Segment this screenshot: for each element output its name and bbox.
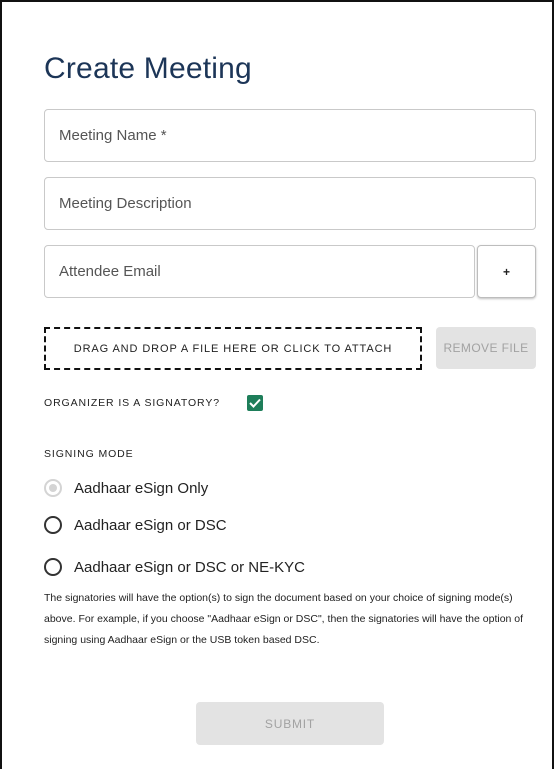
- signing-mode-label-aadhaar-only: Aadhaar eSign Only: [74, 479, 209, 497]
- organizer-signatory-label: ORGANIZER IS A SIGNATORY?: [44, 397, 220, 409]
- meeting-description-field[interactable]: [44, 177, 536, 230]
- page-title: Create Meeting: [44, 52, 252, 85]
- submit-button[interactable]: SUBMIT: [196, 702, 384, 745]
- radio-button[interactable]: [44, 516, 62, 534]
- signing-mode-option-aadhaar-only[interactable]: Aadhaar eSign Only: [44, 477, 208, 499]
- signing-mode-option-aadhaar-dsc[interactable]: Aadhaar eSign or DSC: [44, 514, 227, 536]
- signing-mode-option-aadhaar-dsc-nekyc[interactable]: Aadhaar eSign or DSC or NE-KYC: [44, 556, 305, 578]
- radio-button[interactable]: [44, 558, 62, 576]
- add-attendee-button[interactable]: +: [477, 245, 536, 298]
- meeting-name-input[interactable]: [59, 110, 535, 161]
- attendee-email-field[interactable]: [44, 245, 475, 298]
- signing-mode-label-aadhaar-dsc: Aadhaar eSign or DSC: [74, 516, 227, 534]
- meeting-name-field[interactable]: [44, 109, 536, 162]
- organizer-signatory-checkbox[interactable]: [247, 395, 263, 411]
- signing-mode-label-aadhaar-dsc-nekyc: Aadhaar eSign or DSC or NE-KYC: [74, 558, 305, 576]
- dropzone-label: DRAG AND DROP A FILE HERE OR CLICK TO AT…: [73, 342, 393, 355]
- create-meeting-panel: Create Meeting + DRAG AND DROP A FILE HE…: [0, 0, 554, 769]
- radio-button[interactable]: [44, 479, 62, 497]
- remove-file-button[interactable]: REMOVE FILE: [436, 327, 536, 369]
- radio-dot-icon: [49, 484, 57, 492]
- attendee-email-input[interactable]: [59, 246, 474, 297]
- meeting-description-input[interactable]: [59, 178, 535, 229]
- signing-mode-label: SIGNING MODE: [44, 448, 134, 460]
- check-icon: [249, 398, 261, 408]
- file-dropzone[interactable]: DRAG AND DROP A FILE HERE OR CLICK TO AT…: [44, 327, 422, 370]
- signing-mode-help-text: The signatories will have the option(s) …: [44, 592, 524, 646]
